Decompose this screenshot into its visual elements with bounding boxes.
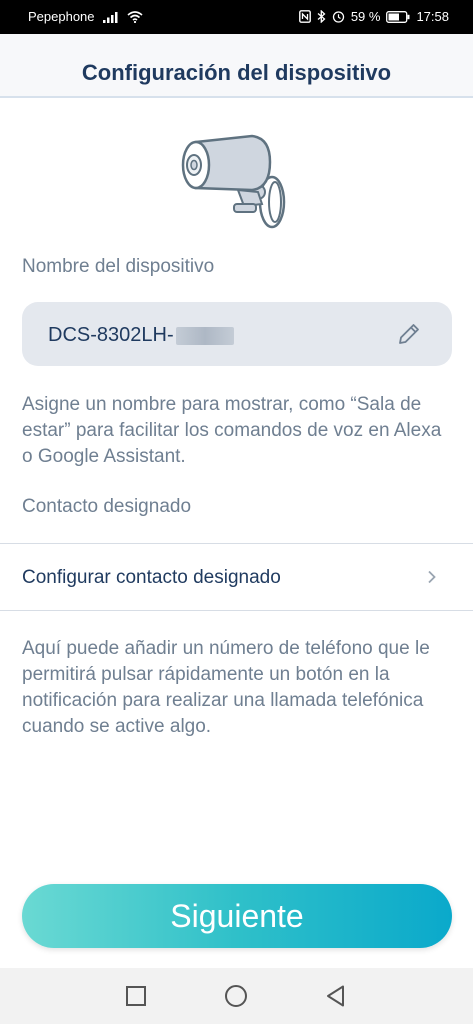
navigation-bar <box>0 968 473 1024</box>
pencil-icon[interactable] <box>396 321 422 347</box>
device-name-field[interactable]: DCS-8302LH- <box>22 302 452 366</box>
header: Configuración del dispositivo <box>0 34 473 98</box>
device-name-help: Asigne un nombre para mostrar, como “Sal… <box>22 394 442 467</box>
clock: 17:58 <box>416 9 449 24</box>
nfc-icon <box>298 10 311 23</box>
signal-icon <box>102 11 119 23</box>
home-icon[interactable] <box>222 982 250 1010</box>
designated-contact-label: Contacto designado <box>22 496 192 517</box>
configure-contact-row[interactable]: Configurar contacto designado <box>0 544 473 610</box>
redaction-blur <box>175 326 234 345</box>
status-left: Pepephone <box>28 9 143 24</box>
battery-percentage: 59 % <box>350 9 381 24</box>
status-bar: Pepephone 59 % 17:58 <box>0 0 473 34</box>
battery-icon <box>386 10 410 23</box>
bluetooth-icon <box>317 10 326 23</box>
camera-icon <box>174 130 294 236</box>
page-title: Configuración del dispositivo <box>81 60 392 85</box>
device-name-value-wrap: DCS-8302LH- <box>48 324 234 347</box>
back-icon[interactable] <box>322 982 350 1010</box>
divider <box>0 610 473 611</box>
alarm-icon <box>332 10 345 23</box>
carrier-name: Pepephone <box>28 9 95 24</box>
designated-contact-help: Aquí puede añadir un número de teléfono … <box>22 638 430 737</box>
chevron-right-icon <box>427 570 437 584</box>
status-right: 59 % 17:58 <box>298 9 449 24</box>
configure-contact-label: Configurar contacto designado <box>22 567 281 588</box>
device-name-value: DCS-8302LH- <box>48 324 174 346</box>
next-button[interactable]: Siguiente <box>22 884 452 948</box>
device-name-label: Nombre del dispositivo <box>22 256 215 277</box>
recent-apps-icon[interactable] <box>122 982 150 1010</box>
wifi-icon <box>126 10 143 23</box>
